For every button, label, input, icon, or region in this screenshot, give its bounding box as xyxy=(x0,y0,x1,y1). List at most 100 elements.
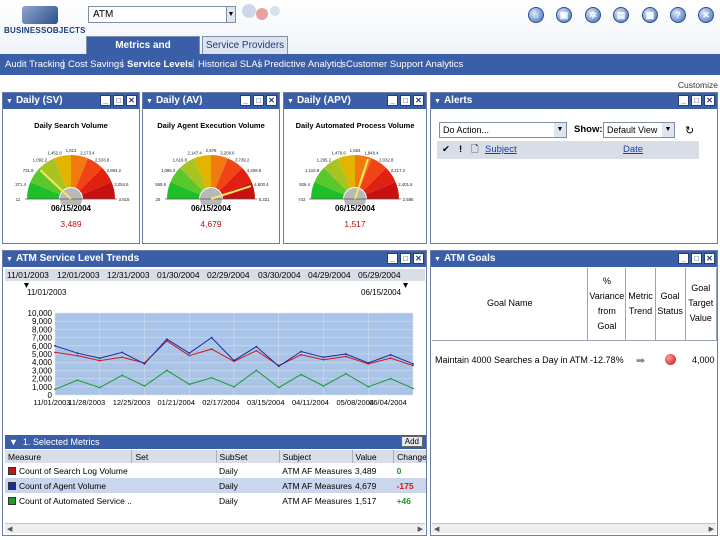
col-variance[interactable]: % Variance from Goal xyxy=(587,268,627,341)
home-icon[interactable]: ⌂ xyxy=(528,7,544,23)
col-change[interactable]: Change xyxy=(393,450,426,463)
col-goal-name[interactable]: Goal Name xyxy=(432,268,589,341)
y-tick-label: 4,000 xyxy=(32,358,53,367)
col-date[interactable]: Date xyxy=(623,141,643,159)
measure-cell: Count of Search Log Volume xyxy=(5,463,132,478)
top-header: BUSINESSOBJECTS ATM ▼ Metrics and Foreca… xyxy=(0,0,720,69)
close-icon[interactable]: ✕ xyxy=(698,7,714,23)
help-icon[interactable]: ? xyxy=(670,7,686,23)
col-goal-status[interactable]: Goal Status xyxy=(655,268,686,341)
x-tick-label: 11/01/2003 xyxy=(34,398,71,407)
maximize-icon[interactable]: □ xyxy=(400,253,411,264)
scroll-right-icon[interactable]: ▶ xyxy=(418,525,423,533)
close-icon[interactable]: ✕ xyxy=(413,253,424,264)
gauge-tick-label: 3,615 xyxy=(119,197,130,202)
nav-historical-slas[interactable]: Historical SLAs xyxy=(198,59,262,70)
attachment-icon[interactable]: 🗋 xyxy=(471,141,479,159)
view-select[interactable]: Default View ▼ xyxy=(603,122,675,138)
nav-predictive-analytics[interactable]: Predictive Analytics xyxy=(264,59,346,70)
maximize-icon[interactable]: □ xyxy=(691,253,702,264)
chevron-down-icon[interactable]: ▼ xyxy=(554,123,566,137)
scroll-left-icon[interactable]: ◀ xyxy=(7,525,12,533)
col-set[interactable]: Set xyxy=(131,450,217,463)
y-tick-label: 6,000 xyxy=(32,342,53,351)
add-button[interactable]: Add xyxy=(400,436,423,447)
goal-name-cell[interactable]: Maintain 4000 Searches a Day in ATM xyxy=(432,340,588,380)
gauge-value: 1,517 xyxy=(344,219,366,229)
minimize-icon[interactable]: _ xyxy=(678,95,689,106)
minimize-icon[interactable]: _ xyxy=(678,253,689,264)
search-dropdown-icon[interactable]: ▼ xyxy=(226,6,236,23)
scroll-left-icon[interactable]: ◀ xyxy=(434,525,439,533)
gauge-value: 3,489 xyxy=(60,219,82,229)
priority-icon[interactable]: ! xyxy=(459,141,462,159)
date-range-strip[interactable]: 11/01/2003 12/01/2003 12/31/2003 01/30/2… xyxy=(5,269,425,281)
table-row[interactable]: Count of Agent Volume Daily ATM AF Measu… xyxy=(5,478,426,493)
data-point xyxy=(344,355,347,358)
alert-action-select[interactable]: Do Action... ▼ xyxy=(439,122,567,138)
tab-service-providers[interactable]: Service Providers xyxy=(202,36,288,54)
maximize-icon[interactable]: □ xyxy=(400,95,411,106)
scroll-right-icon[interactable]: ▶ xyxy=(709,525,714,533)
settings-icon[interactable]: ✲ xyxy=(585,7,601,23)
save-icon[interactable]: ▣ xyxy=(556,7,572,23)
maximize-icon[interactable]: □ xyxy=(113,95,124,106)
table-row[interactable]: Count of Search Log Volume Daily ATM AF … xyxy=(5,463,426,478)
close-icon[interactable]: ✕ xyxy=(704,95,715,106)
close-icon[interactable]: ✕ xyxy=(704,253,715,264)
portlet-atm-goals: ▼ ATM Goals _ □ ✕ Goal Name % Variance from… xyxy=(430,250,718,536)
horizontal-scrollbar[interactable]: ◀ ▶ xyxy=(5,523,425,533)
gauge-tick-label: 1,813 xyxy=(66,148,77,153)
tab-metrics-and-forecasting[interactable]: Metrics and Forecasting xyxy=(86,36,200,69)
measure-cell: Count of Agent Volume xyxy=(5,478,132,493)
gauge-chart: 25 555.6 1,086.2 1,616.8 2,147.4 2,678 3,208.6… xyxy=(155,148,270,205)
search-input[interactable]: ATM xyxy=(88,6,236,23)
gauge-tick-label: 3,254.6 xyxy=(114,182,129,187)
table-row[interactable]: Maintain 4000 Searches a Day in ATM -12.… xyxy=(432,340,717,380)
series-swatch xyxy=(8,466,16,475)
section-nav: Audit Tracking | Cost Savings | Service … xyxy=(0,54,720,75)
col-value[interactable]: Value xyxy=(352,450,395,463)
col-metric-trend[interactable]: Metric Trend xyxy=(625,268,656,341)
data-point xyxy=(210,348,213,350)
data-point xyxy=(367,385,370,388)
horizontal-scrollbar[interactable]: ◀ ▶ xyxy=(432,523,716,533)
gauge-tick-label: 1,092.2 xyxy=(33,157,48,162)
data-point xyxy=(54,344,56,347)
close-icon[interactable]: ✕ xyxy=(126,95,137,106)
maximize-icon[interactable]: □ xyxy=(691,95,702,106)
logo: BUSINESSOBJECTS xyxy=(4,6,85,36)
minimize-icon[interactable]: _ xyxy=(387,253,398,264)
customize-link[interactable]: Customize xyxy=(678,80,718,90)
gauge-tick-label: 371.4 xyxy=(15,182,26,187)
close-icon[interactable]: ✕ xyxy=(413,95,424,106)
selected-metrics-title: 1. Selected Metrics xyxy=(22,437,100,447)
minimize-icon[interactable]: _ xyxy=(387,95,398,106)
document-icon[interactable]: ▤ xyxy=(613,7,629,23)
col-subject[interactable]: Subject xyxy=(485,141,517,159)
maximize-icon[interactable]: □ xyxy=(253,95,264,106)
col-goal-target[interactable]: Goal Target Value xyxy=(685,268,717,341)
refresh-icon[interactable]: ↻ xyxy=(685,124,694,137)
chevron-down-icon[interactable]: ▼ xyxy=(662,123,674,137)
check-icon[interactable]: ✔ xyxy=(442,141,450,159)
gauge-tick-label: 2,678 xyxy=(206,148,217,153)
gauge-tick-label: 3,208.6 xyxy=(220,150,235,155)
col-subset[interactable]: SubSet xyxy=(216,450,280,463)
table-row[interactable]: Count of Automated Service .. Daily ATM … xyxy=(5,493,426,508)
nav-customer-support-analytics[interactable]: Customer Support Analytics xyxy=(346,59,463,70)
minimize-icon[interactable]: _ xyxy=(240,95,251,106)
nav-cost-savings[interactable]: Cost Savings xyxy=(68,59,124,70)
nav-service-levels[interactable]: Service Levels xyxy=(127,59,193,70)
col-measure[interactable]: Measure xyxy=(5,450,133,463)
subset-cell: Daily xyxy=(219,495,238,506)
nav-audit-tracking[interactable]: Audit Tracking xyxy=(5,59,65,70)
calendar-icon[interactable]: ▦ xyxy=(642,7,658,23)
close-icon[interactable]: ✕ xyxy=(266,95,277,106)
col-subject[interactable]: Subject xyxy=(279,450,353,463)
portlet-header: ▼ Daily (APV) _ □ ✕ xyxy=(284,93,426,109)
subset-cell: Daily xyxy=(219,465,238,476)
minimize-icon[interactable]: _ xyxy=(100,95,111,106)
gauge-tick-label: 926.4 xyxy=(299,182,310,187)
x-tick-label: 12/25/2003 xyxy=(113,398,151,407)
